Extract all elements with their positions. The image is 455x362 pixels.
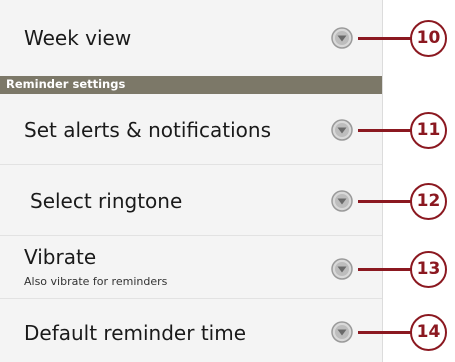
chevron-down-circle-icon[interactable] xyxy=(331,119,353,141)
callout-line xyxy=(358,200,411,203)
settings-screen: Week view Reminder settings Set alerts &… xyxy=(0,0,383,362)
callout-line xyxy=(358,37,411,40)
chevron-down-circle-icon[interactable] xyxy=(331,27,353,49)
select-ringtone-label: Select ringtone xyxy=(30,189,183,213)
callout-line xyxy=(358,129,411,132)
callout-line xyxy=(358,331,411,334)
chevron-down-circle-icon[interactable] xyxy=(331,321,353,343)
chevron-down-circle-icon[interactable] xyxy=(331,258,353,280)
vibrate-label: Vibrate xyxy=(24,245,97,269)
week-view-row[interactable]: Week view xyxy=(0,0,382,76)
vibrate-sublabel: Also vibrate for reminders xyxy=(24,275,168,288)
callout-number-11: 11 xyxy=(410,112,447,149)
callout-number-12: 12 xyxy=(410,183,447,220)
callout-line xyxy=(358,268,411,271)
default-reminder-time-label: Default reminder time xyxy=(24,321,247,345)
chevron-down-circle-icon[interactable] xyxy=(331,190,353,212)
set-alerts-notifications-row[interactable]: Set alerts & notifications xyxy=(0,94,382,165)
callout-number-14: 14 xyxy=(410,314,447,351)
callout-number-10: 10 xyxy=(410,20,447,57)
default-reminder-time-row[interactable]: Default reminder time xyxy=(0,299,382,362)
set-alerts-notifications-label: Set alerts & notifications xyxy=(24,118,272,142)
callout-number-13: 13 xyxy=(410,251,447,288)
section-header-label: Reminder settings xyxy=(6,77,126,91)
week-view-label: Week view xyxy=(24,26,132,50)
section-header-reminder-settings: Reminder settings xyxy=(0,76,382,94)
select-ringtone-row[interactable]: Select ringtone xyxy=(0,165,382,236)
vibrate-row[interactable]: Vibrate Also vibrate for reminders xyxy=(0,236,382,299)
